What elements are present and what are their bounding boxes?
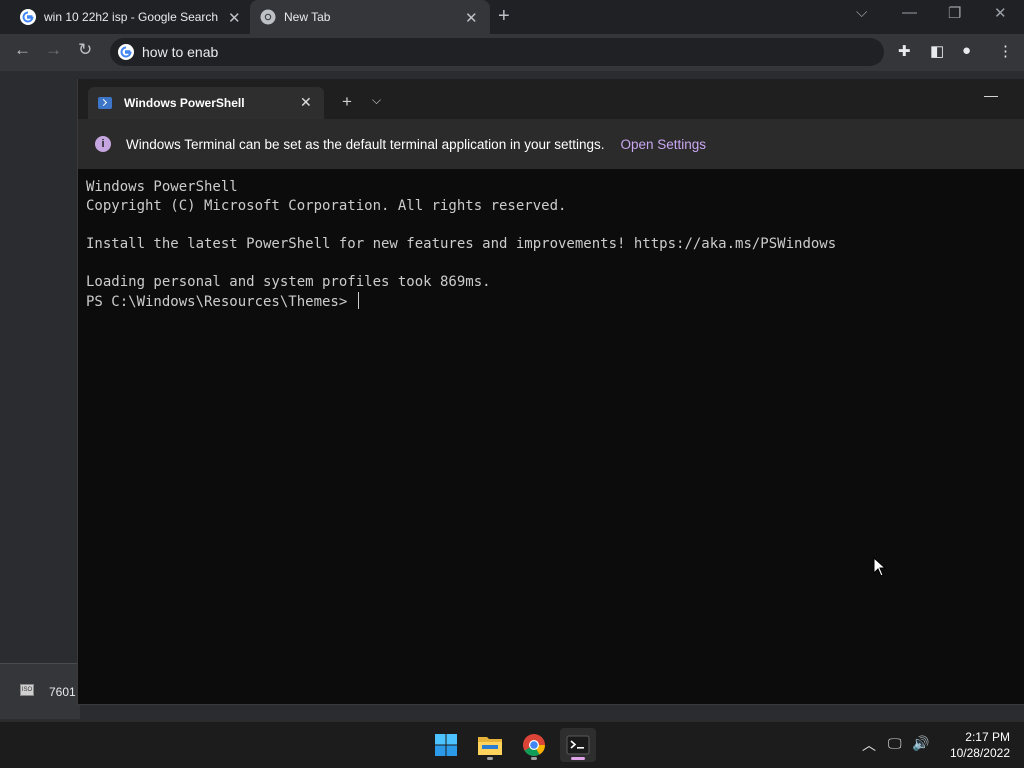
open-settings-link[interactable]: Open Settings xyxy=(621,137,707,152)
terminal-prompt-line[interactable]: PS C:\Windows\Resources\Themes> xyxy=(86,292,1016,312)
close-tab-icon[interactable]: ✕ xyxy=(465,9,478,27)
address-bar-text[interactable]: how to enab xyxy=(142,44,218,60)
restore-icon[interactable]: ❐ xyxy=(948,4,961,22)
chrome-tab-google-search[interactable]: win 10 22h2 isp - Google Search ✕ xyxy=(0,0,248,34)
info-bar-message: Windows Terminal can be set as the defau… xyxy=(126,136,605,152)
terminal-output[interactable]: Windows PowerShell Copyright (C) Microsof… xyxy=(86,178,1016,688)
terminal-line: Copyright (C) Microsoft Corporation. All… xyxy=(86,198,567,214)
terminal-icon xyxy=(566,735,590,755)
running-indicator xyxy=(531,757,537,760)
chevron-down-icon[interactable]: ⌵ xyxy=(372,93,381,108)
taskbar: ︿ 🖵 🔊 2:17 PM 10/28/2022 xyxy=(0,721,1024,768)
close-tab-icon[interactable]: ✕ xyxy=(228,9,241,27)
reload-icon[interactable]: ↻ xyxy=(78,40,92,60)
folder-icon xyxy=(478,737,502,755)
show-hidden-icons-chevron-icon[interactable]: ︿ xyxy=(862,735,876,755)
default-terminal-info-bar: i Windows Terminal can be set as the def… xyxy=(78,119,1024,169)
volume-icon[interactable]: 🔊 xyxy=(912,735,929,752)
text-cursor xyxy=(357,292,359,309)
back-arrow-icon[interactable]: ← xyxy=(14,40,31,60)
terminal-line: Windows PowerShell xyxy=(86,179,238,195)
terminal-prompt: PS C:\Windows\Resources\Themes> xyxy=(86,294,356,310)
terminal-line: Loading personal and system profiles too… xyxy=(86,274,491,290)
windows-logo-icon xyxy=(435,734,457,756)
address-bar[interactable]: how to enab xyxy=(110,38,884,66)
iso-file-icon: ISO xyxy=(20,684,34,696)
clock-date[interactable]: 10/28/2022 xyxy=(940,746,1010,760)
tab-search-chevron-icon[interactable]: ⌵ xyxy=(856,4,867,21)
minimize-icon[interactable]: — xyxy=(984,87,998,103)
mouse-pointer-icon xyxy=(873,557,887,577)
profile-avatar-icon[interactable]: ● xyxy=(962,42,971,59)
chrome-tab-title: win 10 22h2 isp - Google Search xyxy=(44,10,219,24)
extensions-puzzle-icon[interactable]: ✚ xyxy=(898,42,911,60)
download-item-label[interactable]: 7601 xyxy=(49,685,76,699)
info-icon: i xyxy=(95,136,111,152)
chrome-menu-kebab-icon[interactable]: ⋮ xyxy=(998,42,1013,60)
google-g-icon xyxy=(118,44,134,60)
chrome-tab-title: New Tab xyxy=(284,10,331,24)
terminal-tab-powershell[interactable]: Windows PowerShell xyxy=(88,87,324,119)
side-panel-icon[interactable]: ◧ xyxy=(930,42,944,60)
active-app-indicator xyxy=(571,757,585,760)
chrome-tab-new-tab[interactable]: New Tab ✕ xyxy=(250,0,490,34)
chrome-icon xyxy=(523,734,545,756)
close-window-icon[interactable]: ✕ xyxy=(994,4,1007,22)
terminal-line: Install the latest PowerShell for new fe… xyxy=(86,236,837,252)
file-explorer-button[interactable] xyxy=(472,728,508,762)
chrome-icon xyxy=(260,9,276,25)
new-tab-plus-icon[interactable]: + xyxy=(498,5,510,28)
forward-arrow-icon[interactable]: → xyxy=(45,40,62,60)
network-icon[interactable]: 🖵 xyxy=(888,735,902,752)
minimize-icon[interactable]: — xyxy=(902,4,917,21)
terminal-tab-title: Windows PowerShell xyxy=(124,96,245,110)
new-tab-plus-icon[interactable]: + xyxy=(342,92,352,112)
start-button[interactable] xyxy=(428,728,464,762)
terminal-window: Windows PowerShell ✕ + ⌵ — i Windows Ter… xyxy=(77,79,1024,705)
terminal-taskbar-button[interactable] xyxy=(560,728,596,762)
chrome-taskbar-button[interactable] xyxy=(516,728,552,762)
powershell-icon xyxy=(98,97,112,109)
google-g-icon xyxy=(20,9,36,25)
clock-time[interactable]: 2:17 PM xyxy=(940,730,1010,744)
running-indicator xyxy=(487,757,493,760)
close-tab-icon[interactable]: ✕ xyxy=(300,94,312,111)
